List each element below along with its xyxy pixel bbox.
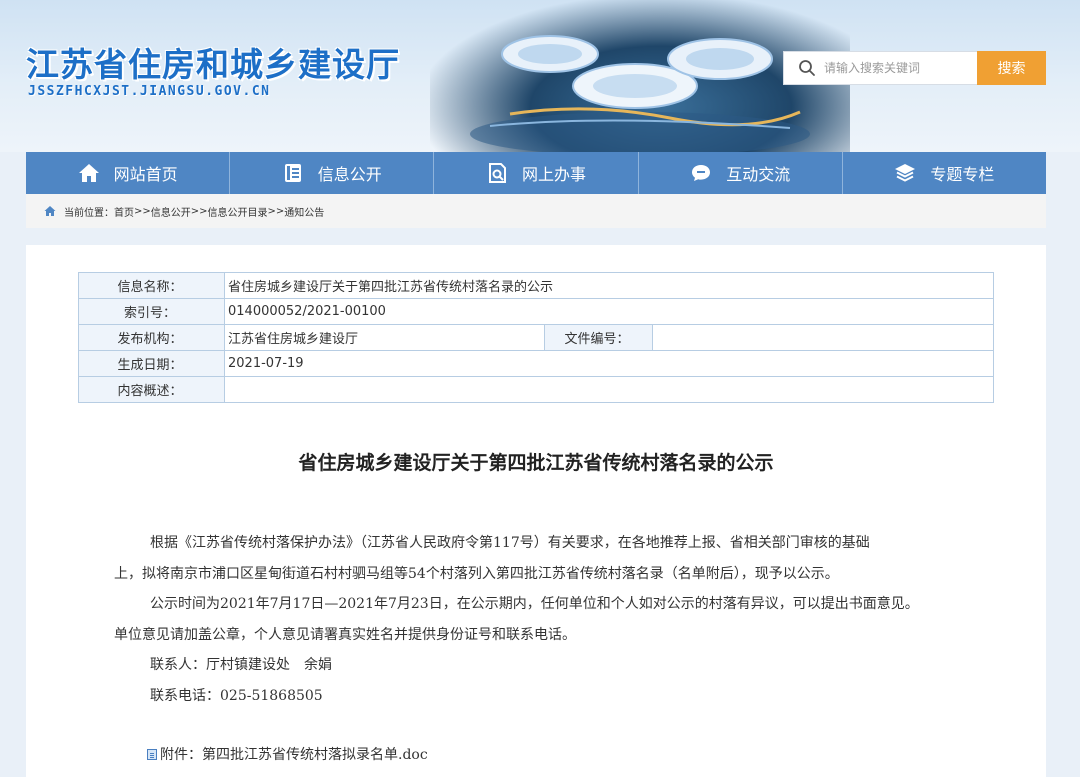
- article-title: 省住房城乡建设厅关于第四批江苏省传统村落名录的公示: [298, 452, 774, 474]
- breadcrumb-separator: >>: [267, 205, 285, 217]
- meta-value-summary: [224, 376, 994, 403]
- search-button[interactable]: 搜索: [977, 51, 1046, 85]
- article-paragraph: 上，拟将南京市浦口区星甸街道石村村驷马组等54个村落列入第四批江苏省传统村落名录…: [114, 565, 839, 582]
- nav-item-online-service[interactable]: 网上办事: [434, 152, 639, 194]
- nav-item-label: 专题专栏: [930, 165, 995, 184]
- article-body: 根据《江苏省传统村落保护办法》（江苏省人民政府令第117号）有关要求，在各地推荐…: [114, 528, 976, 711]
- meta-label-docno: 文件编号：: [544, 324, 653, 351]
- breadcrumb-separator: >>: [134, 205, 151, 217]
- breadcrumb-link-info-catalog[interactable]: 信息公开目录: [208, 204, 268, 219]
- breadcrumb-prefix: 当前位置：: [64, 207, 114, 219]
- attachment-label: 附件：: [160, 747, 202, 763]
- content-panel: 信息名称： 省住房城乡建设厅关于第四批江苏省传统村落名录的公示 索引号： 014…: [26, 245, 1046, 777]
- breadcrumb-link-info-public[interactable]: 信息公开: [151, 204, 191, 219]
- chat-bubble-icon: [690, 162, 712, 184]
- nav-item-label: 互动交流: [726, 165, 791, 184]
- search-box: [783, 51, 977, 85]
- main-nav: 网站首页 信息公开 网上办事 互动交流 专题专栏: [26, 152, 1046, 194]
- article-phone: 联系电话：025-51868505: [150, 687, 323, 704]
- site-title: 江苏省住房和城乡建设厅: [26, 45, 400, 84]
- meta-value-date: 2021-07-19: [224, 350, 994, 377]
- nav-item-info-public[interactable]: 信息公开: [230, 152, 435, 194]
- attachment: 附件： 第四批江苏省传统村落拟录名单.doc: [147, 744, 428, 764]
- breadcrumb-home-icon: [44, 205, 56, 217]
- meta-label-name: 信息名称：: [78, 272, 225, 299]
- search-bar: 搜索: [783, 51, 1046, 85]
- meta-value-docno: [652, 324, 994, 351]
- breadcrumb-link-home[interactable]: 首页: [114, 204, 134, 219]
- article-contact: 联系人：厅村镇建设处 余娟: [150, 657, 332, 673]
- article-paragraph: 单位意见请加盖公章，个人意见请署真实姓名并提供身份证号和联系电话。: [114, 626, 576, 643]
- nav-item-home[interactable]: 网站首页: [26, 152, 231, 194]
- meta-label-summary: 内容概述：: [78, 376, 225, 403]
- layers-icon: [894, 162, 916, 184]
- meta-row-publisher: 发布机构： 江苏省住房城乡建设厅 文件编号：: [78, 324, 994, 351]
- breadcrumb-link-notices[interactable]: 通知公告: [284, 204, 324, 219]
- site-header: 江苏省住房和城乡建设厅 JSSZFHCXJST.JIANGSU.GOV.CN 搜…: [0, 0, 1080, 152]
- meta-value-index: 014000052/2021-00100: [224, 298, 994, 325]
- stadium-illustration: [470, 35, 810, 152]
- nav-item-label: 网上办事: [522, 165, 587, 184]
- breadcrumb-separator: >>: [190, 205, 208, 217]
- nav-item-label: 信息公开: [317, 165, 382, 184]
- article-paragraph: 根据《江苏省传统村落保护办法》（江苏省人民政府令第117号）有关要求，在各地推荐…: [150, 535, 870, 551]
- nav-item-interaction[interactable]: 互动交流: [639, 152, 843, 194]
- meta-row-summary: 内容概述：: [78, 376, 994, 403]
- meta-label-index: 索引号：: [78, 298, 225, 325]
- document-list-icon: [282, 162, 304, 184]
- document-meta-table: 信息名称： 省住房城乡建设厅关于第四批江苏省传统村落名录的公示 索引号： 014…: [78, 272, 994, 403]
- site-domain: JSSZFHCXJST.JIANGSU.GOV.CN: [28, 84, 271, 99]
- meta-row-name: 信息名称： 省住房城乡建设厅关于第四批江苏省传统村落名录的公示: [78, 272, 994, 299]
- meta-value-name: 省住房城乡建设厅关于第四批江苏省传统村落名录的公示: [224, 272, 994, 299]
- nav-item-label: 网站首页: [113, 165, 178, 184]
- breadcrumb: 当前位置： 首页 >> 信息公开 >> 信息公开目录 >> 通知公告: [26, 194, 1046, 228]
- search-icon: [799, 60, 815, 76]
- doc-file-icon: [147, 748, 157, 760]
- search-document-icon: [486, 162, 508, 184]
- meta-label-publisher: 发布机构：: [78, 324, 225, 351]
- meta-row-date: 生成日期： 2021-07-19: [78, 350, 994, 377]
- meta-value-publisher: 江苏省住房城乡建设厅: [224, 324, 545, 351]
- home-icon: [78, 162, 100, 184]
- search-input[interactable]: [824, 56, 974, 80]
- meta-label-date: 生成日期：: [78, 350, 225, 377]
- meta-row-index: 索引号： 014000052/2021-00100: [78, 298, 994, 325]
- article-paragraph: 公示时间为2021年7月17日—2021年7月23日，在公示期内，任何单位和个人…: [150, 596, 919, 612]
- nav-item-special-topics[interactable]: 专题专栏: [843, 152, 1046, 194]
- attachment-link[interactable]: 第四批江苏省传统村落拟录名单.doc: [202, 744, 428, 764]
